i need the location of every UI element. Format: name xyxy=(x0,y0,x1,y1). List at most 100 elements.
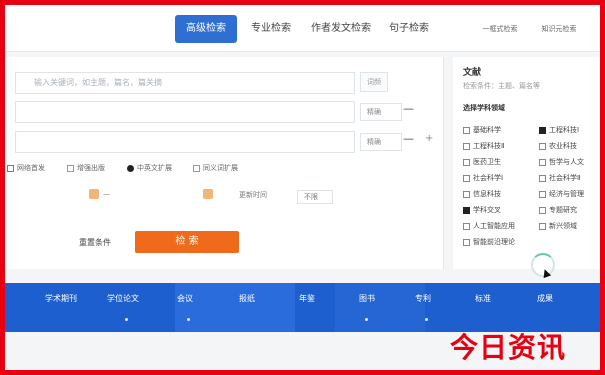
tab-sentence-search[interactable]: 句子检索 xyxy=(383,15,435,43)
checkbox-checked-icon xyxy=(463,206,470,214)
checkbox-icon xyxy=(463,158,470,166)
category-label: 学科交叉 xyxy=(473,206,501,214)
category-label: 社会科学Ⅱ xyxy=(549,174,581,182)
checkbox-icon xyxy=(67,164,74,172)
category-label: 哲学与人文 xyxy=(549,158,584,166)
checkbox-icon xyxy=(539,206,546,214)
category-label: 工程科技Ⅱ xyxy=(473,142,505,150)
nav-journals[interactable]: 学术期刊 xyxy=(39,293,83,304)
option-cn-en-expand[interactable]: 中英文扩展 xyxy=(127,163,172,173)
match-select-2[interactable]: 精确 xyxy=(360,103,402,121)
category-item[interactable]: 社会科学Ⅱ xyxy=(539,173,580,183)
top-tab-bar: 高级检索 专业检索 作者发文检索 句子检索 一框式检索 知识元检索 xyxy=(5,5,600,52)
time-from[interactable]: — xyxy=(103,190,110,198)
option-enhanced-publish[interactable]: 增强出版 xyxy=(67,163,105,173)
logic-op-3[interactable]: — xyxy=(403,132,414,145)
checkbox-icon xyxy=(193,164,200,172)
option-label: 网络首发 xyxy=(17,164,45,172)
checkbox-icon xyxy=(539,142,546,150)
category-label: 智能前沿理论 xyxy=(473,238,515,246)
category-label: 专题研究 xyxy=(549,206,577,214)
category-label: 人工智能应用 xyxy=(473,222,515,230)
checkbox-icon xyxy=(463,190,470,198)
update-time-select[interactable]: 不限 xyxy=(297,190,333,204)
link-simple-search[interactable]: 一框式检索 xyxy=(475,15,525,43)
categories-heading: 选择学科领域 xyxy=(463,104,505,112)
nav-yearbooks[interactable]: 年鉴 xyxy=(285,293,329,304)
category-item[interactable]: 专题研究 xyxy=(539,205,577,215)
category-item[interactable]: 经济与管理 xyxy=(539,189,584,199)
calendar-icon[interactable] xyxy=(89,189,99,199)
category-item[interactable]: 工程科技Ⅱ xyxy=(463,141,504,151)
bottom-resource-nav: 学术期刊 学位论文 会议 报纸 年鉴 图书 专利 标准 成果 xyxy=(5,283,600,332)
search-form-panel: 输入关键词，如主题，篇名，篇关摘 词频 精确 — 精确 — + 网络首发 增强出… xyxy=(5,57,444,269)
link-knowledge-search[interactable]: 知识元检索 xyxy=(533,15,585,43)
category-label: 社会科学Ⅰ xyxy=(473,174,504,182)
keyword-placeholder: 输入关键词，如主题，篇名，篇关摘 xyxy=(34,78,162,87)
search-button[interactable]: 检 索 xyxy=(135,231,239,253)
category-item[interactable]: 学科交叉 xyxy=(463,205,501,215)
checkbox-checked-icon xyxy=(539,126,546,134)
category-label: 新兴领域 xyxy=(549,222,577,230)
screenshot-frame: 高级检索 专业检索 作者发文检索 句子检索 一框式检索 知识元检索 输入关键词，… xyxy=(0,0,605,375)
checkbox-icon xyxy=(463,238,470,246)
option-network-first[interactable]: 网络首发 xyxy=(7,163,45,173)
option-label: 增强出版 xyxy=(77,164,105,172)
reset-conditions-link[interactable]: 重置条件 xyxy=(79,237,111,248)
category-label: 经济与管理 xyxy=(549,190,584,198)
option-synonym-expand[interactable]: 同义词扩展 xyxy=(193,163,238,173)
search-input-row-2[interactable] xyxy=(15,101,355,123)
category-item[interactable]: 智能前沿理论 xyxy=(463,237,515,247)
category-label: 农业科技 xyxy=(549,142,577,150)
keyword-input-row[interactable]: 输入关键词，如主题，篇名，篇关摘 xyxy=(15,72,355,94)
category-label: 医药卫生 xyxy=(473,158,501,166)
watermark-text: 今日资讯 xyxy=(450,331,567,364)
tab-author-search[interactable]: 作者发文检索 xyxy=(305,15,377,43)
logic-op-2[interactable]: — xyxy=(403,102,414,115)
category-item[interactable]: 人工智能应用 xyxy=(463,221,515,231)
side-subtitle: 检索条件：主题、篇名等 xyxy=(463,82,540,90)
update-time-label: 更新时间 xyxy=(239,191,267,199)
category-label: 工程科技Ⅰ xyxy=(549,126,580,134)
tab-professional-search[interactable]: 专业检索 xyxy=(245,15,297,43)
word-frequency-button[interactable]: 词频 xyxy=(360,72,388,92)
category-item[interactable]: 信息科技 xyxy=(463,189,501,199)
radio-selected-icon xyxy=(127,164,134,172)
nav-dot xyxy=(187,318,190,321)
checkbox-icon xyxy=(539,174,546,182)
nav-patents[interactable]: 专利 xyxy=(401,293,445,304)
checkbox-icon xyxy=(463,126,470,134)
checkbox-icon xyxy=(7,164,14,172)
nav-newspapers[interactable]: 报纸 xyxy=(225,293,269,304)
checkbox-icon xyxy=(463,222,470,230)
category-item[interactable]: 社会科学Ⅰ xyxy=(463,173,503,183)
checkbox-icon xyxy=(539,158,546,166)
category-item[interactable]: 工程科技Ⅰ xyxy=(539,125,579,135)
match-select-3[interactable]: 精确 xyxy=(360,133,402,151)
category-item[interactable]: 新兴领域 xyxy=(539,221,577,231)
calendar-icon[interactable] xyxy=(203,189,213,199)
category-item[interactable]: 医药卫生 xyxy=(463,157,501,167)
nav-standards[interactable]: 标准 xyxy=(461,293,505,304)
category-item[interactable]: 基础科学 xyxy=(463,125,501,135)
category-item[interactable]: 农业科技 xyxy=(539,141,577,151)
nav-dot xyxy=(425,318,428,321)
nav-dot xyxy=(365,318,368,321)
nav-conferences[interactable]: 会议 xyxy=(163,293,207,304)
option-label: 同义词扩展 xyxy=(203,164,238,172)
decorative-band xyxy=(335,283,425,332)
search-input-row-3[interactable] xyxy=(15,131,355,153)
checkbox-icon xyxy=(463,174,470,182)
nav-books[interactable]: 图书 xyxy=(345,293,389,304)
option-label: 中英文扩展 xyxy=(137,164,172,172)
side-category-panel: 文献 检索条件：主题、篇名等 选择学科领域 基础科学 工程科技Ⅰ 工程科技Ⅱ 农… xyxy=(453,57,600,269)
nav-achievements[interactable]: 成果 xyxy=(523,293,567,304)
tab-advanced-search[interactable]: 高级检索 xyxy=(175,15,237,43)
checkbox-icon xyxy=(539,190,546,198)
side-title: 文献 xyxy=(463,68,482,78)
category-item[interactable]: 哲学与人文 xyxy=(539,157,584,167)
add-row-button[interactable]: + xyxy=(425,133,433,144)
nav-dissertations[interactable]: 学位论文 xyxy=(101,293,145,304)
decorative-band xyxy=(175,283,295,332)
nav-dot xyxy=(125,318,128,321)
